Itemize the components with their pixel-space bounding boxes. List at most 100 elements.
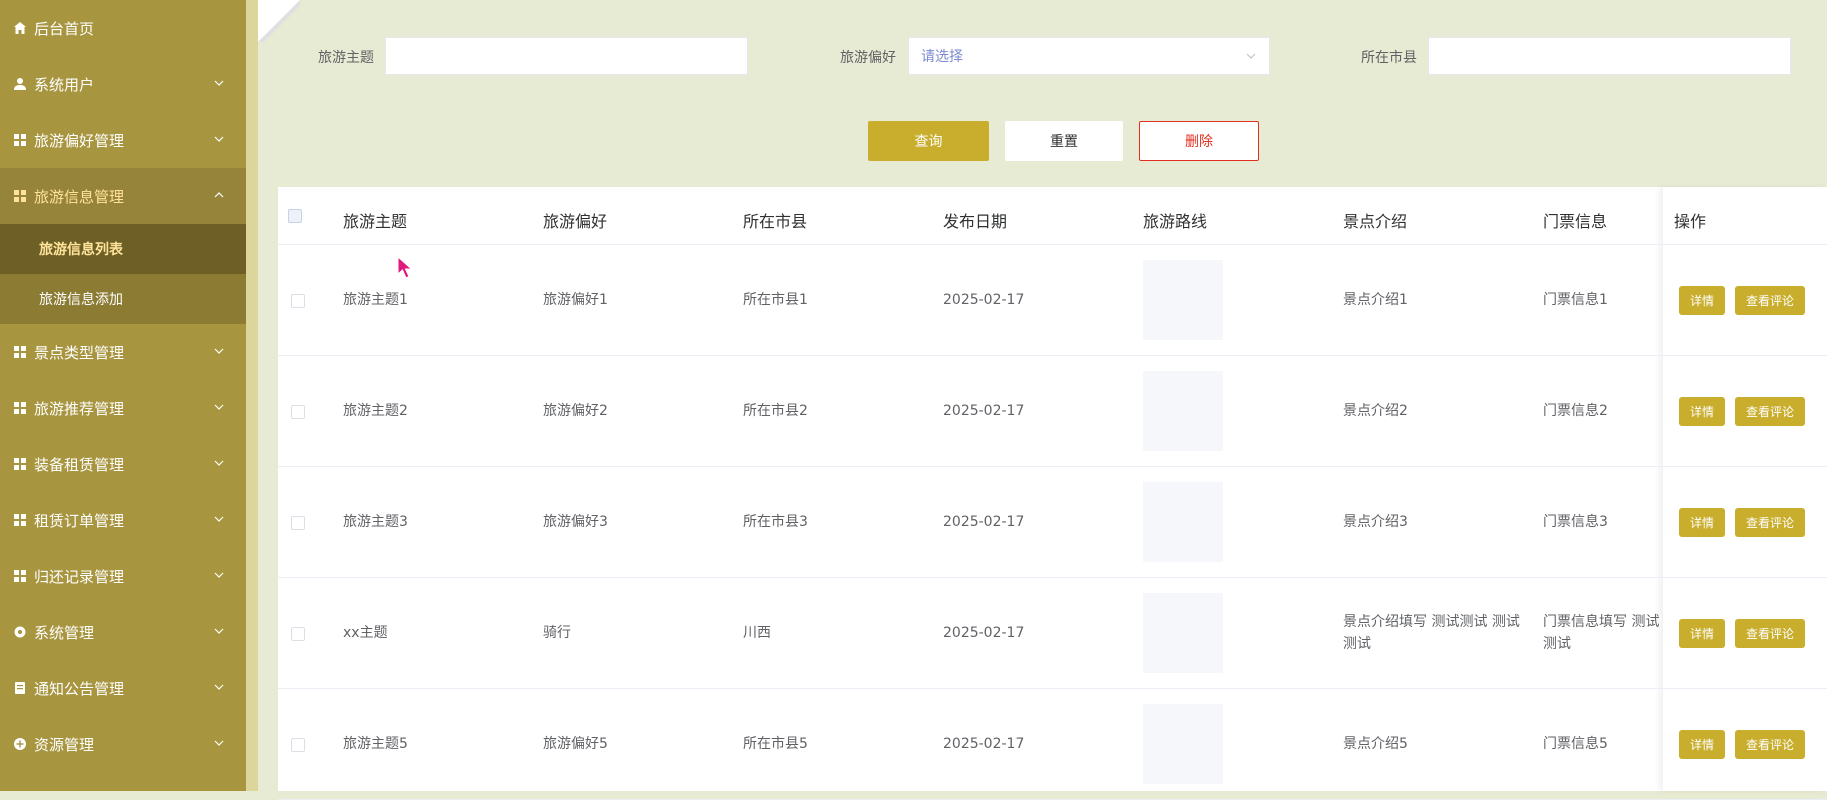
sidebar-item-label: 资源管理 bbox=[34, 735, 95, 754]
column-header-actions: 操作 bbox=[1674, 212, 1707, 231]
cell-ticket: 门票信息3 bbox=[1543, 514, 1608, 530]
sidebar-item-label: 租赁订单管理 bbox=[34, 511, 125, 530]
view-comments-button[interactable]: 查看评论 bbox=[1735, 286, 1805, 315]
cell-city: 所在市县1 bbox=[743, 292, 808, 308]
gear-icon bbox=[12, 624, 28, 640]
chevron-down-icon bbox=[1246, 53, 1256, 59]
chevron-up-icon bbox=[214, 192, 224, 198]
view-comments-button[interactable]: 查看评论 bbox=[1735, 619, 1805, 648]
detail-button[interactable]: 详情 bbox=[1679, 619, 1725, 648]
cell-preference: 旅游偏好3 bbox=[543, 514, 608, 530]
row-checkbox[interactable] bbox=[291, 738, 305, 752]
cell-preference: 旅游偏好2 bbox=[543, 403, 608, 419]
sidebar-item-label: 旅游信息管理 bbox=[34, 187, 125, 206]
table-row: 旅游主题5 旅游偏好5 所在市县5 2025-02-17 景点介绍5 门票信息5… bbox=[278, 689, 1827, 800]
cell-theme: 旅游主题1 bbox=[343, 292, 408, 308]
sidebar-item-label: 后台首页 bbox=[34, 19, 95, 38]
column-header-date: 发布日期 bbox=[943, 212, 1008, 231]
sidebar-subitem-label: 旅游信息列表 bbox=[39, 242, 123, 258]
sidebar-item-travel-recommend[interactable]: 旅游推荐管理 bbox=[0, 380, 246, 436]
detail-button[interactable]: 详情 bbox=[1679, 730, 1725, 759]
column-header-preference: 旅游偏好 bbox=[543, 212, 608, 231]
delete-button[interactable]: 删除 bbox=[1139, 121, 1259, 161]
column-header-ticket: 门票信息 bbox=[1543, 212, 1608, 231]
column-header-city: 所在市县 bbox=[743, 212, 808, 231]
cell-ticket: 门票信息5 bbox=[1543, 736, 1608, 752]
chevron-down-icon bbox=[214, 572, 224, 578]
select-all-checkbox[interactable] bbox=[288, 209, 302, 223]
route-image bbox=[1143, 593, 1223, 673]
grid-icon bbox=[12, 512, 28, 528]
search-button[interactable]: 查询 bbox=[868, 121, 989, 161]
theme-input[interactable] bbox=[385, 37, 748, 75]
sidebar-subitem-label: 旅游信息添加 bbox=[39, 292, 123, 308]
sidebar-subitem-travel-info-add[interactable]: 旅游信息添加 bbox=[0, 274, 246, 324]
column-header-route: 旅游路线 bbox=[1143, 212, 1208, 231]
chevron-down-icon bbox=[214, 460, 224, 466]
sidebar-item-travel-preference[interactable]: 旅游偏好管理 bbox=[0, 112, 246, 168]
cell-date: 2025-02-17 bbox=[943, 292, 1025, 308]
grid-icon bbox=[12, 344, 28, 360]
cell-city: 所在市县3 bbox=[743, 514, 808, 530]
cell-intro: 景点介绍1 bbox=[1343, 292, 1408, 308]
chevron-down-icon bbox=[214, 136, 224, 142]
sidebar-item-travel-info[interactable]: 旅游信息管理 bbox=[0, 168, 246, 224]
view-comments-button[interactable]: 查看评论 bbox=[1735, 397, 1805, 426]
city-label: 所在市县 bbox=[1361, 50, 1417, 66]
cell-theme: 旅游主题5 bbox=[343, 736, 408, 752]
sidebar-item-return-records[interactable]: 归还记录管理 bbox=[0, 548, 246, 604]
detail-button[interactable]: 详情 bbox=[1679, 508, 1725, 537]
reset-button[interactable]: 重置 bbox=[1005, 121, 1123, 161]
sidebar-item-system-management[interactable]: 系统管理 bbox=[0, 604, 246, 660]
column-header-theme: 旅游主题 bbox=[343, 212, 408, 231]
cell-date: 2025-02-17 bbox=[943, 514, 1025, 530]
row-checkbox[interactable] bbox=[291, 405, 305, 419]
view-comments-button[interactable]: 查看评论 bbox=[1735, 508, 1805, 537]
preference-select[interactable]: 请选择 bbox=[908, 37, 1270, 75]
sidebar-item-notice[interactable]: 通知公告管理 bbox=[0, 660, 246, 716]
sidebar-edge bbox=[246, 0, 258, 791]
sidebar-item-label: 系统用户 bbox=[34, 75, 95, 94]
route-image bbox=[1143, 260, 1223, 340]
cell-theme: 旅游主题2 bbox=[343, 403, 408, 419]
sidebar-item-label: 通知公告管理 bbox=[34, 679, 125, 698]
column-header-intro: 景点介绍 bbox=[1343, 212, 1408, 231]
cell-date: 2025-02-17 bbox=[943, 736, 1025, 752]
cell-intro: 景点介绍5 bbox=[1343, 736, 1408, 752]
grid-icon bbox=[12, 400, 28, 416]
cell-ticket: 门票信息填写 测试测试 bbox=[1543, 614, 1660, 652]
cell-intro: 景点介绍2 bbox=[1343, 403, 1408, 419]
sidebar-item-scenic-type[interactable]: 景点类型管理 bbox=[0, 324, 246, 380]
cell-city: 川西 bbox=[743, 625, 771, 641]
grid-icon bbox=[12, 132, 28, 148]
cell-date: 2025-02-17 bbox=[943, 403, 1025, 419]
view-comments-button[interactable]: 查看评论 bbox=[1735, 730, 1805, 759]
city-input[interactable] bbox=[1428, 37, 1791, 75]
sidebar-item-equipment-rental[interactable]: 装备租赁管理 bbox=[0, 436, 246, 492]
cell-ticket: 门票信息2 bbox=[1543, 403, 1608, 419]
detail-button[interactable]: 详情 bbox=[1679, 397, 1725, 426]
sidebar: 后台首页 系统用户 旅游偏好管理 旅游信息管理 旅游信息列表 旅游信息添加 景点… bbox=[0, 0, 246, 791]
data-table: 旅游主题 旅游偏好 所在市县 发布日期 旅游路线 景点介绍 门票信息 操作 旅游… bbox=[278, 187, 1827, 800]
sidebar-item-label: 归还记录管理 bbox=[34, 567, 125, 586]
route-image bbox=[1143, 704, 1223, 784]
chevron-down-icon bbox=[214, 516, 224, 522]
chevron-down-icon bbox=[214, 80, 224, 86]
table-row: 旅游主题1 旅游偏好1 所在市县1 2025-02-17 景点介绍1 门票信息1… bbox=[278, 245, 1827, 356]
cell-theme: 旅游主题3 bbox=[343, 514, 408, 530]
chevron-down-icon bbox=[214, 740, 224, 746]
sidebar-item-home[interactable]: 后台首页 bbox=[0, 0, 246, 56]
sidebar-subitem-travel-info-list[interactable]: 旅游信息列表 bbox=[0, 224, 246, 274]
table-row: 旅游主题2 旅游偏好2 所在市县2 2025-02-17 景点介绍2 门票信息2… bbox=[278, 356, 1827, 467]
detail-button[interactable]: 详情 bbox=[1679, 286, 1725, 315]
grid-icon bbox=[12, 456, 28, 472]
chevron-down-icon bbox=[214, 348, 224, 354]
row-checkbox[interactable] bbox=[291, 294, 305, 308]
chevron-down-icon bbox=[214, 628, 224, 634]
sidebar-item-resources[interactable]: 资源管理 bbox=[0, 716, 246, 772]
home-icon bbox=[12, 20, 28, 36]
sidebar-item-rental-orders[interactable]: 租赁订单管理 bbox=[0, 492, 246, 548]
row-checkbox[interactable] bbox=[291, 627, 305, 641]
row-checkbox[interactable] bbox=[291, 516, 305, 530]
sidebar-item-system-users[interactable]: 系统用户 bbox=[0, 56, 246, 112]
